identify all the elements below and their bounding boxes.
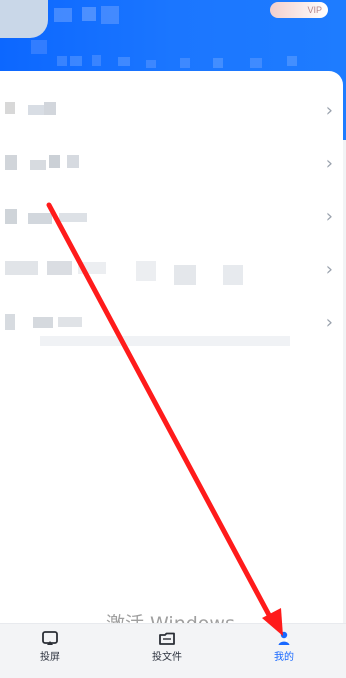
menu-row-4[interactable]: › [0,245,343,298]
tab-file-cast-label: 投文件 [152,652,182,663]
menu-row-2[interactable]: › [0,139,343,192]
chevron-right-icon: › [325,206,333,227]
app-screen: VIP › › › › › 投屏 投文件 我的 [0,0,346,678]
chevron-right-icon: › [325,312,333,333]
tab-profile-label: 我的 [274,652,294,663]
menu-row-5[interactable]: › [0,298,343,351]
tab-screen-cast[interactable]: 投屏 [20,630,80,674]
avatar[interactable] [0,0,48,38]
profile-icon [278,631,290,645]
folder-icon [159,632,175,645]
menu-row-1[interactable]: › [0,86,343,139]
chevron-right-icon: › [325,259,333,280]
tab-screen-cast-label: 投屏 [40,652,60,663]
chevron-right-icon: › [325,100,333,121]
chevron-right-icon: › [325,153,333,174]
screen-cast-icon [42,631,58,645]
tab-profile[interactable]: 我的 [254,630,314,674]
tab-file-cast[interactable]: 投文件 [137,630,197,674]
bottom-navigation: 投屏 投文件 我的 [0,623,346,678]
vip-badge[interactable]: VIP [270,2,328,18]
profile-menu-card: › › › › › [0,71,343,623]
menu-row-3[interactable]: › [0,192,343,245]
